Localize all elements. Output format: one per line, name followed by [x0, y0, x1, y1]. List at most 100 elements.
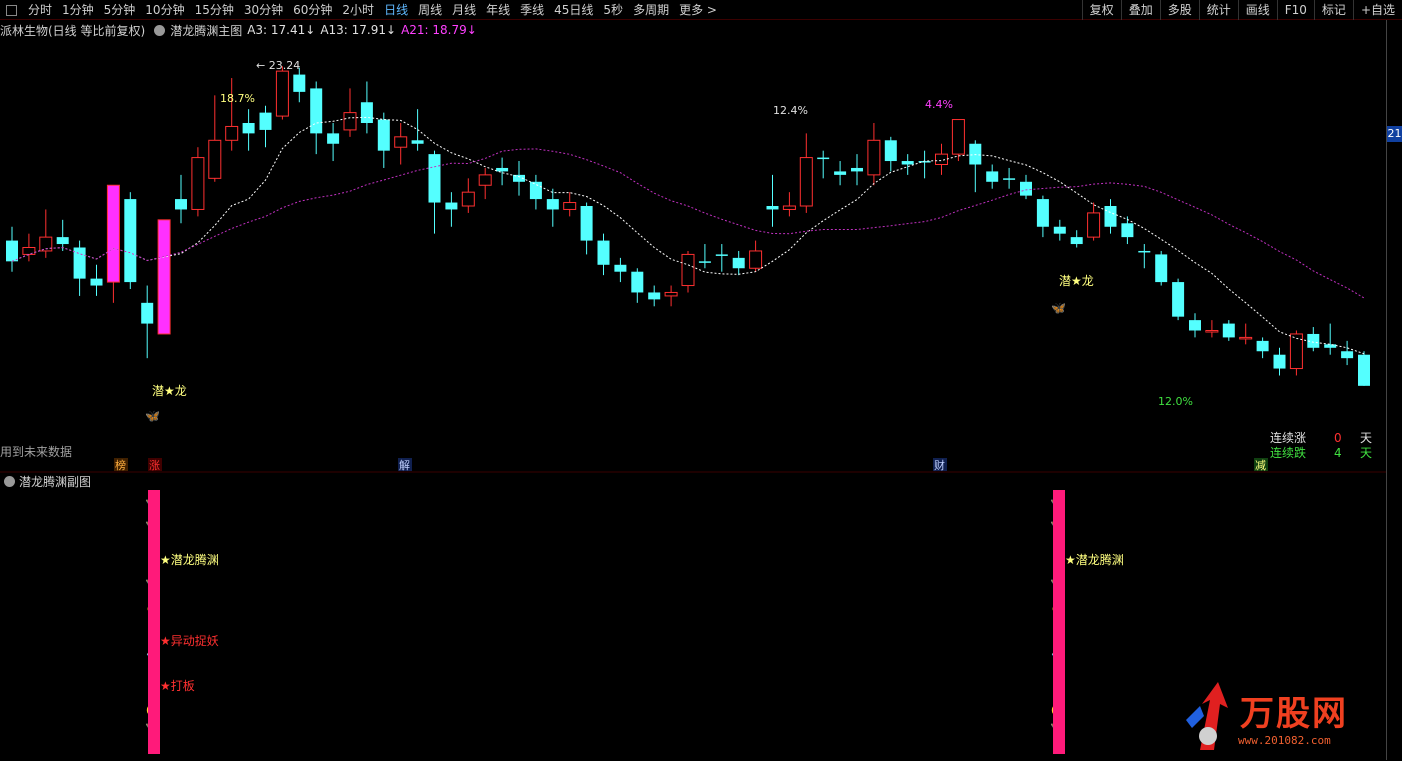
candle-body: [817, 157, 830, 160]
candle-body: [580, 206, 593, 241]
butterfly-icon: 🦋: [1051, 301, 1066, 315]
event-marker: 榜: [115, 458, 126, 472]
candle-body: [614, 264, 627, 272]
candle-body: [546, 199, 559, 210]
candle-body: [986, 171, 999, 182]
qianlong-label: 潜★龙: [1059, 274, 1094, 288]
candle-body: [834, 171, 847, 175]
candle-body: [124, 199, 137, 283]
candle-body: [1189, 320, 1201, 331]
candle-body: [293, 74, 306, 92]
streak-up-value: 0: [1334, 431, 1342, 445]
candle-body: [1256, 340, 1269, 352]
candle-body: [1053, 226, 1066, 234]
candle-body: [901, 161, 914, 165]
candle-body: [327, 133, 340, 144]
candle-body: [1121, 223, 1134, 238]
candle-body: [377, 119, 390, 151]
candle-body: [951, 119, 965, 155]
candle-body: [394, 136, 408, 148]
candle-body: [56, 237, 69, 245]
candle-body: [749, 250, 763, 269]
day-label: 天: [1360, 446, 1372, 460]
candle-body: [1070, 237, 1083, 245]
candle-body: [310, 88, 323, 134]
candle-body: [1138, 250, 1151, 253]
candle-body: [1324, 344, 1337, 348]
pct-label: 4.4%: [925, 98, 953, 111]
candle-body: [851, 167, 863, 172]
candle-body: [529, 181, 542, 200]
watermark-logo: 万股网 www.201082.com: [1180, 680, 1380, 756]
candle-body: [141, 302, 154, 324]
candle-body: [1239, 336, 1253, 340]
candle-body: [1104, 206, 1117, 227]
candle-body: [597, 240, 610, 265]
candle-body: [1020, 181, 1032, 196]
candle-body: [631, 271, 644, 293]
high-price-label: ← 23.24: [256, 59, 300, 72]
candle-body: [935, 153, 948, 165]
candle-body: [461, 191, 475, 207]
pct-label: 12.4%: [773, 104, 808, 117]
candle-body: [1155, 254, 1168, 283]
signal-bar: [148, 490, 160, 754]
candle-body: [1358, 354, 1370, 386]
event-marker: 涨: [149, 459, 160, 472]
event-marker: 解: [399, 458, 410, 472]
candle-body: [6, 240, 18, 262]
signal-bar: [1053, 490, 1065, 754]
candle-body: [1222, 323, 1235, 338]
candle-body: [175, 199, 187, 210]
signal-label: ★打板: [160, 679, 195, 693]
streak-up-label: 连续涨: [1270, 430, 1306, 445]
candle-body: [106, 184, 120, 283]
streak-down-label: 连续跌: [1270, 445, 1306, 460]
logo-arrow-icon: [1186, 682, 1228, 750]
logo-text: 万股网: [1240, 694, 1348, 734]
pct-label: 12.0%: [1158, 395, 1193, 408]
candle-body: [1087, 212, 1101, 238]
candle-body: [1273, 354, 1286, 369]
event-marker: 减: [1255, 459, 1266, 472]
candle-body: [208, 139, 222, 179]
qianlong-label: 潜★龙: [152, 384, 187, 398]
candle-body: [1036, 199, 1049, 227]
streak-down-value: 4: [1334, 446, 1342, 460]
butterfly-icon: 🦋: [145, 409, 160, 423]
logo-url: www.201082.com: [1238, 734, 1331, 747]
candle-body: [732, 257, 745, 269]
signal-label: ★潜龙腾渊: [1065, 552, 1124, 567]
candle-body: [782, 205, 796, 210]
candle-body: [1205, 330, 1219, 333]
day-label: 天: [1360, 431, 1372, 445]
signal-label: ★异动捉妖: [160, 633, 219, 648]
sub-indicator-toggle-icon[interactable]: [4, 475, 15, 487]
candle-body: [242, 123, 255, 134]
candle-body: [157, 219, 171, 335]
candle-body: [563, 202, 577, 210]
candle-body: [90, 278, 103, 286]
candle-body: [715, 254, 728, 256]
pct-label: 18.7%: [220, 92, 255, 105]
candle-body: [648, 292, 661, 300]
event-marker: 财: [934, 458, 945, 472]
candle-body: [1003, 178, 1016, 180]
candle-body: [867, 139, 881, 176]
candle-body: [225, 125, 239, 141]
candle-body: [259, 112, 272, 130]
candle-body: [343, 112, 357, 131]
candle-body: [698, 261, 711, 263]
candle-body: [411, 140, 424, 144]
candle-body: [799, 157, 813, 207]
signal-label: ★潜龙腾渊: [160, 552, 219, 567]
future-data-note: 用到未来数据: [0, 444, 72, 459]
candle-body: [766, 206, 779, 210]
sub-indicator-title[interactable]: 潜龙腾渊副图: [19, 473, 91, 490]
candle-body: [884, 140, 897, 162]
candlestick-chart[interactable]: ← 23.2418.7%12.4% 4.4%12.0%潜★龙潜★龙🦋🦋连续涨连续跌…: [0, 0, 1402, 761]
candle-body: [1341, 351, 1354, 359]
candle-body: [191, 157, 205, 210]
candle-body: [428, 154, 441, 203]
candle-body: [664, 291, 678, 297]
